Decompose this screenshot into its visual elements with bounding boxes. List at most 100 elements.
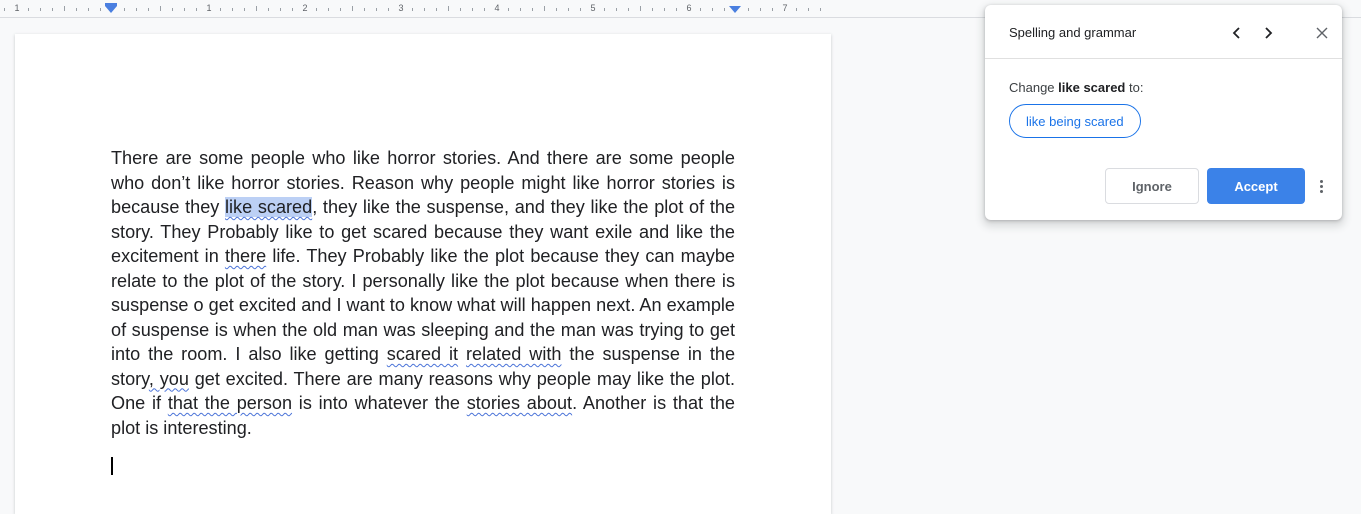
ruler-tick <box>676 8 677 11</box>
ruler-tick <box>412 8 413 11</box>
change-prefix: Change <box>1009 80 1059 95</box>
ruler-tick <box>436 8 437 11</box>
ruler-tick <box>796 8 797 11</box>
ruler-number: 4 <box>494 3 500 13</box>
ruler-tick <box>76 8 77 11</box>
ruler-tick <box>268 8 269 11</box>
ruler-tick <box>124 8 125 11</box>
flagged-word-you[interactable]: , you <box>149 369 189 389</box>
ruler-tick <box>532 8 533 11</box>
ruler-tick <box>556 8 557 11</box>
ruler-tick <box>604 8 605 11</box>
flagged-word-there[interactable]: there <box>225 246 266 266</box>
change-suffix: to: <box>1125 80 1144 95</box>
ruler-tick <box>760 8 761 11</box>
ruler-tick <box>520 8 521 11</box>
ruler-tick <box>580 8 581 11</box>
change-term: like scared <box>1058 80 1126 95</box>
ruler-tick <box>4 8 5 11</box>
next-suggestion-button[interactable] <box>1257 22 1279 44</box>
ruler-tick <box>484 8 485 11</box>
ruler-tick <box>640 6 641 11</box>
ruler-tick <box>100 8 101 11</box>
ruler-tick <box>388 8 389 11</box>
left-indent-marker[interactable] <box>105 6 117 13</box>
ruler-tick <box>700 8 701 11</box>
ruler-tick <box>244 8 245 11</box>
suggestion-chip[interactable]: like being scared <box>1009 104 1141 138</box>
ruler-tick <box>424 8 425 11</box>
ruler-tick <box>328 8 329 11</box>
ruler-number: 3 <box>398 3 404 13</box>
text-cursor <box>111 457 113 475</box>
ruler-tick <box>172 8 173 11</box>
ruler-tick <box>544 6 545 11</box>
ruler-tick <box>40 8 41 11</box>
change-instruction: Change like scared to: <box>1009 80 1143 95</box>
ruler-tick <box>64 6 65 11</box>
ruler-tick <box>28 8 29 11</box>
ruler-tick <box>52 8 53 11</box>
ruler-number: 1 <box>14 3 20 13</box>
ruler-tick <box>88 8 89 11</box>
ruler-tick <box>316 8 317 11</box>
spelling-grammar-panel: Spelling and grammar Change like scared … <box>985 5 1342 220</box>
ruler-tick <box>280 8 281 11</box>
ruler-track: 1 1 2 3 4 5 6 7 <box>0 0 831 17</box>
ruler-tick <box>184 8 185 11</box>
flagged-word-scared-it[interactable]: scared it <box>387 344 458 364</box>
ruler-number: 6 <box>686 3 692 13</box>
ruler-tick <box>772 8 773 11</box>
flagged-word-that-the-person[interactable]: that the person <box>168 393 292 413</box>
ruler-tick <box>460 8 461 11</box>
panel-header: Spelling and grammar <box>985 5 1342 59</box>
right-indent-marker[interactable] <box>729 6 741 13</box>
ruler-number: 5 <box>590 3 596 13</box>
ruler-tick <box>820 8 821 11</box>
flagged-word-stories-about[interactable]: stories about <box>467 393 572 413</box>
accept-button[interactable]: Accept <box>1207 168 1305 204</box>
ruler-tick <box>148 8 149 11</box>
flagged-word-related-with[interactable]: related with <box>466 344 561 364</box>
ruler-tick <box>196 8 197 11</box>
ruler-tick <box>376 8 377 11</box>
ruler-tick <box>652 8 653 11</box>
more-vert-icon-dot <box>1319 184 1323 188</box>
ruler-tick <box>292 8 293 11</box>
chevron-right-icon <box>1265 27 1273 39</box>
ruler-number: 2 <box>302 3 308 13</box>
ruler-tick <box>568 8 569 11</box>
flagged-word-like-scared[interactable]: like scared <box>225 197 313 217</box>
ruler-tick <box>616 8 617 11</box>
ruler-tick <box>364 8 365 11</box>
more-options-button[interactable] <box>1311 176 1331 196</box>
close-panel-button[interactable] <box>1311 22 1333 44</box>
text-run: is into whatever the <box>292 393 467 413</box>
document-page[interactable]: There are some people who like horror st… <box>15 34 831 514</box>
ruler-tick <box>724 8 725 11</box>
close-icon <box>1316 27 1328 39</box>
ruler-tick <box>628 8 629 11</box>
panel-title: Spelling and grammar <box>1009 25 1137 40</box>
previous-suggestion-button[interactable] <box>1226 22 1248 44</box>
document-paragraph[interactable]: There are some people who like horror st… <box>111 146 735 440</box>
ruler-tick <box>220 8 221 11</box>
ruler-tick <box>340 8 341 11</box>
ruler-tick <box>136 8 137 11</box>
more-vert-icon-dot <box>1319 189 1323 193</box>
ruler-number: 1 <box>206 3 212 13</box>
ruler-tick <box>160 6 161 11</box>
ruler-tick <box>352 6 353 11</box>
ruler-tick <box>232 8 233 11</box>
ruler-tick <box>472 8 473 11</box>
text-run <box>458 344 466 364</box>
ruler-tick <box>664 8 665 11</box>
ignore-button[interactable]: Ignore <box>1105 168 1199 204</box>
ruler-tick <box>808 8 809 11</box>
ruler-number: 7 <box>782 3 788 13</box>
ruler-tick <box>508 8 509 11</box>
ruler-tick <box>748 8 749 11</box>
chevron-left-icon <box>1232 27 1240 39</box>
ruler-tick <box>712 8 713 11</box>
ruler-tick <box>448 6 449 11</box>
